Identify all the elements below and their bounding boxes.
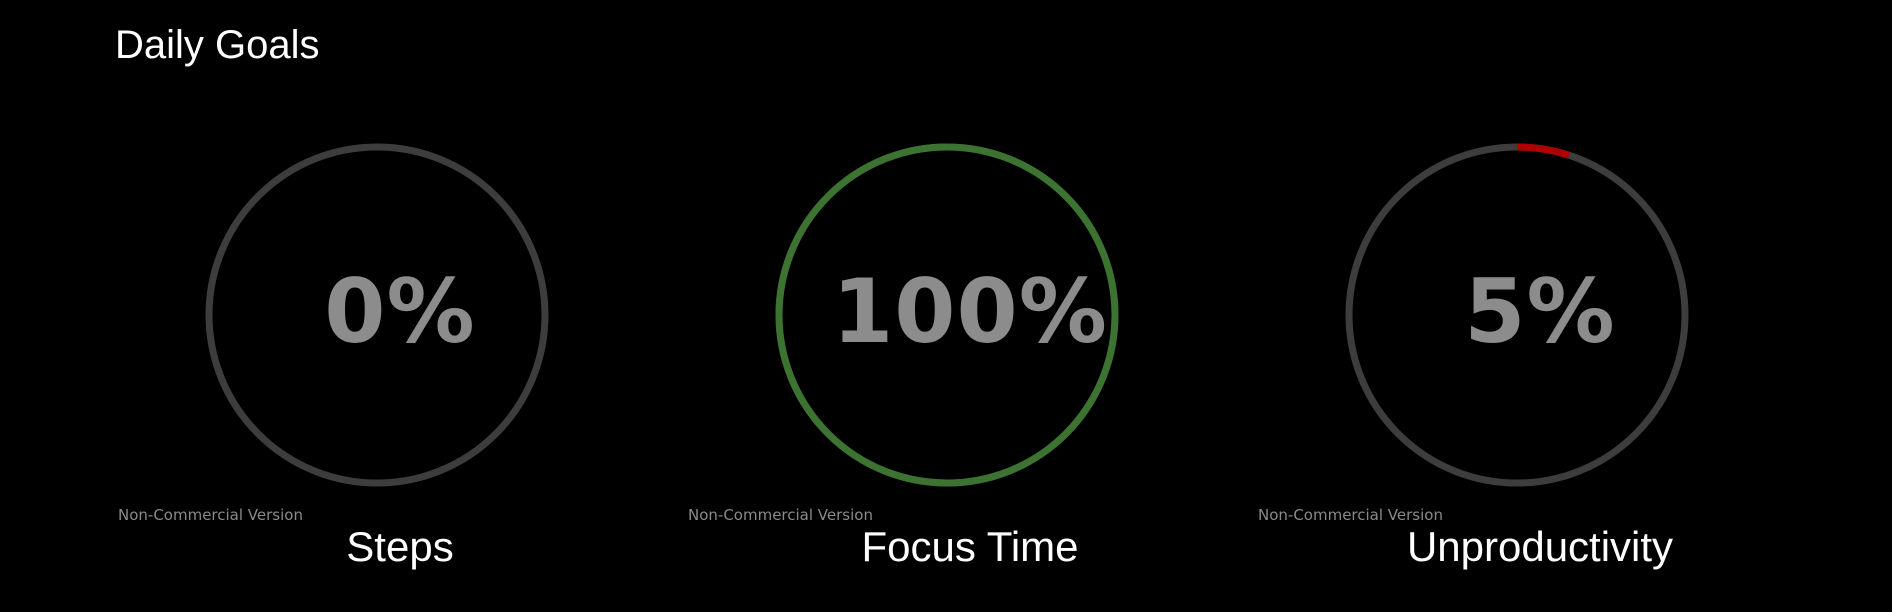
percent-value: 100% — [832, 260, 1108, 363]
daily-goals-dashboard: Daily Goals 0% Non-Commercial Version St… — [0, 0, 1892, 612]
percent-value: 0% — [324, 260, 476, 363]
progress-ring-unproductivity — [1345, 143, 1689, 487]
progress-ring-steps — [205, 143, 549, 487]
progress-ring-focus-time — [775, 143, 1119, 487]
gauge-label: Focus Time — [861, 523, 1079, 570]
gauge-label: Steps — [346, 523, 454, 570]
ring-progress — [1516, 143, 1570, 159]
percent-value: 5% — [1464, 260, 1616, 363]
gauge-focus-time: 100% Non-Commercial Version Focus Time — [685, 0, 1255, 612]
gauge-unproductivity: 5% Non-Commercial Version Unproductivity — [1255, 0, 1825, 612]
gauge-label: Unproductivity — [1406, 523, 1674, 570]
gauge-steps: 0% Non-Commercial Version Steps — [115, 0, 685, 612]
